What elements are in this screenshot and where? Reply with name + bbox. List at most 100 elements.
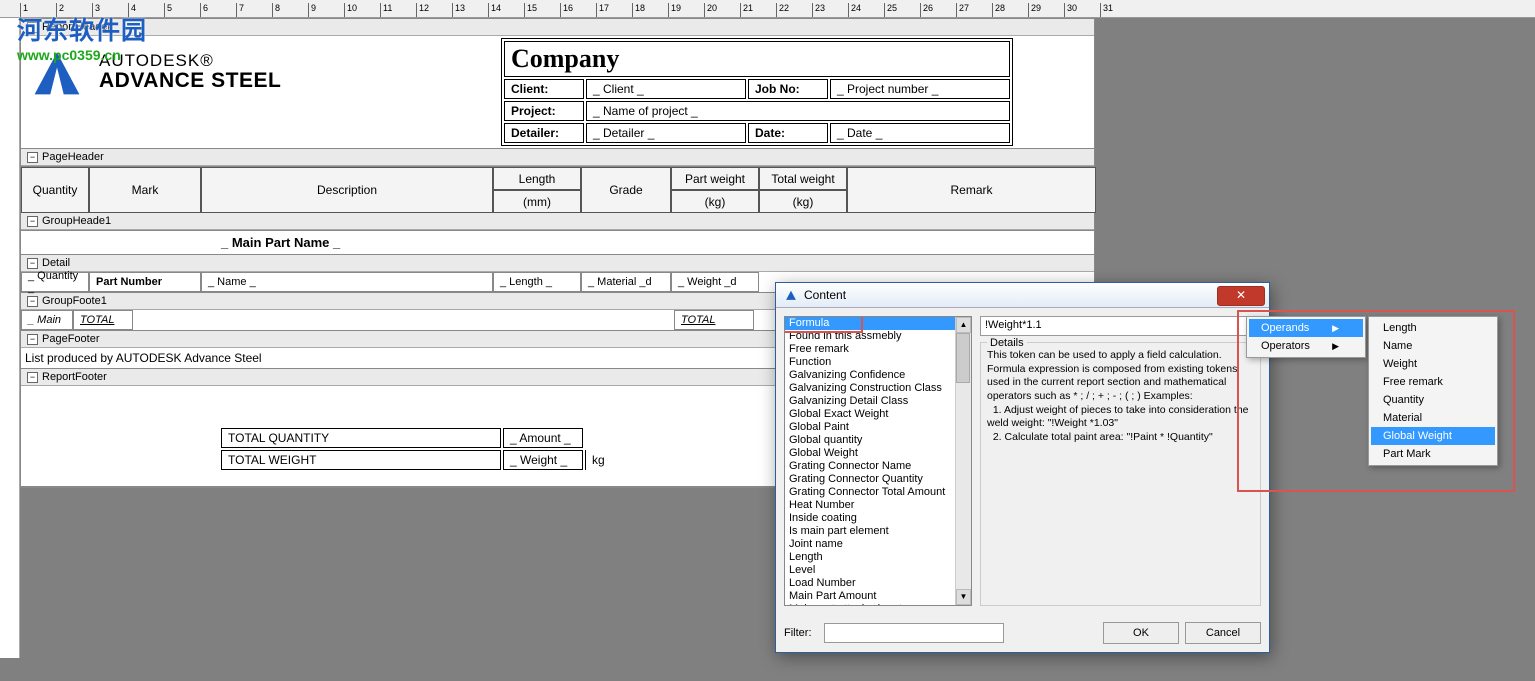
menu-item[interactable]: Weight xyxy=(1371,355,1495,373)
col-quantity[interactable]: Quantity xyxy=(21,167,89,213)
list-item[interactable]: Inside coating xyxy=(785,512,971,525)
gf-total2[interactable]: TOTAL xyxy=(674,310,754,330)
logo-text-1: AUTODESK® xyxy=(99,52,281,70)
token-listbox[interactable]: FormulaFound in this assmeblyFree remark… xyxy=(784,316,972,606)
list-item[interactable]: Galvanizing Confidence xyxy=(785,369,971,382)
col-description[interactable]: Description xyxy=(201,167,493,213)
project-label: Project: xyxy=(504,101,584,121)
section-bar-detail[interactable]: − Detail xyxy=(21,255,1094,272)
list-item[interactable]: Grating Connector Total Amount xyxy=(785,486,971,499)
col-grade[interactable]: Grade xyxy=(581,167,671,213)
autodesk-icon xyxy=(784,288,798,302)
project-value[interactable]: _ Name of project _ xyxy=(586,101,1010,121)
menu-item[interactable]: Part Mark xyxy=(1371,445,1495,463)
collapse-icon[interactable]: − xyxy=(27,372,38,383)
section-label: PageHeader xyxy=(42,151,104,163)
menu-item[interactable]: Quantity xyxy=(1371,391,1495,409)
menu-item[interactable]: Material xyxy=(1371,409,1495,427)
list-item[interactable]: Global Exact Weight xyxy=(785,408,971,421)
operands-submenu[interactable]: LengthNameWeightFree remarkQuantityMater… xyxy=(1368,316,1498,466)
list-item[interactable]: Global Weight xyxy=(785,447,971,460)
section-label: GroupHeade1 xyxy=(42,215,111,227)
total-qty-value[interactable]: _ Amount _ xyxy=(503,428,583,448)
group-header-text[interactable]: _ Main Part Name _ xyxy=(21,230,1094,254)
section-report-header[interactable]: − ReportHeader AUTODESK® ADVANCE STEEL C… xyxy=(21,19,1094,149)
operands-operators-menu[interactable]: Operands▶Operators▶ xyxy=(1246,316,1366,358)
list-item[interactable]: Global Paint xyxy=(785,421,971,434)
list-item[interactable]: Load Number xyxy=(785,577,971,590)
list-item[interactable]: Galvanizing Detail Class xyxy=(785,395,971,408)
scroll-thumb[interactable] xyxy=(956,333,970,383)
collapse-icon[interactable]: − xyxy=(27,258,38,269)
dialog-titlebar[interactable]: Content ✕ xyxy=(776,283,1269,308)
list-item[interactable]: Free remark xyxy=(785,343,971,356)
section-bar-report-header[interactable]: − ReportHeader xyxy=(21,19,1094,36)
menu-item[interactable]: Free remark xyxy=(1371,373,1495,391)
scroll-up-icon[interactable]: ▲ xyxy=(956,317,971,333)
scrollbar[interactable]: ▲ ▼ xyxy=(955,317,971,605)
menu-item[interactable]: Global Weight xyxy=(1371,427,1495,445)
detail-name[interactable]: _ Name _ xyxy=(201,272,493,292)
total-wt-value[interactable]: _ Weight _ xyxy=(503,450,583,470)
collapse-icon[interactable]: − xyxy=(27,152,38,163)
detail-weight[interactable]: _ Weight _d xyxy=(671,272,759,292)
filter-label: Filter: xyxy=(784,627,812,639)
scroll-down-icon[interactable]: ▼ xyxy=(956,589,971,605)
detail-partno[interactable]: Part Number xyxy=(89,272,201,292)
list-item[interactable]: Grating Connector Name xyxy=(785,460,971,473)
formula-input[interactable]: !Weight*1.1 xyxy=(980,316,1261,336)
section-bar-group-header[interactable]: − GroupHeade1 xyxy=(21,213,1094,230)
col-length[interactable]: Length xyxy=(493,167,581,190)
menu-item[interactable]: Length xyxy=(1371,319,1495,337)
list-item[interactable]: Main Part Amount xyxy=(785,590,971,603)
detailer-value[interactable]: _ Detailer _ xyxy=(586,123,746,143)
section-label: GroupFoote1 xyxy=(42,295,107,307)
close-button[interactable]: ✕ xyxy=(1217,286,1265,306)
collapse-icon[interactable]: − xyxy=(27,22,38,33)
list-item[interactable]: Galvanizing Construction Class xyxy=(785,382,971,395)
logo-block: AUTODESK® ADVANCE STEEL xyxy=(29,44,281,100)
detail-material[interactable]: _ Material _d xyxy=(581,272,671,292)
gf-main[interactable]: _ Main xyxy=(21,310,73,330)
date-value[interactable]: _ Date _ xyxy=(830,123,1010,143)
company-info-table[interactable]: Company Client: _ Client _ Job No: _ Pro… xyxy=(501,38,1013,146)
menu-item-operators[interactable]: Operators▶ xyxy=(1249,337,1363,355)
col-mark[interactable]: Mark xyxy=(89,167,201,213)
collapse-icon[interactable]: − xyxy=(27,334,38,345)
col-partw-unit[interactable]: (kg) xyxy=(671,190,759,213)
collapse-icon[interactable]: − xyxy=(27,216,38,227)
list-item[interactable]: Level xyxy=(785,564,971,577)
ok-button[interactable]: OK xyxy=(1103,622,1179,644)
jobno-value[interactable]: _ Project number _ xyxy=(830,79,1010,99)
client-value[interactable]: _ Client _ xyxy=(586,79,746,99)
content-dialog[interactable]: Content ✕ FormulaFound in this assmeblyF… xyxy=(775,282,1270,653)
list-item[interactable]: Heat Number xyxy=(785,499,971,512)
list-item[interactable]: Main part attached parts xyxy=(785,603,971,606)
list-item[interactable]: Formula xyxy=(785,317,971,330)
col-totalw-unit[interactable]: (kg) xyxy=(759,190,847,213)
cancel-button[interactable]: Cancel xyxy=(1185,622,1261,644)
list-item[interactable]: Length xyxy=(785,551,971,564)
totals-table[interactable]: TOTAL QUANTITY _ Amount _ TOTAL WEIGHT _… xyxy=(219,426,627,472)
detail-quantity[interactable]: _ Quantity _ xyxy=(21,272,89,292)
list-item[interactable]: Is main part element xyxy=(785,525,971,538)
list-item[interactable]: Grating Connector Quantity xyxy=(785,473,971,486)
gf-total[interactable]: TOTAL xyxy=(73,310,133,330)
list-item[interactable]: Function xyxy=(785,356,971,369)
menu-item-operands[interactable]: Operands▶ xyxy=(1249,319,1363,337)
list-item[interactable]: Global quantity xyxy=(785,434,971,447)
collapse-icon[interactable]: − xyxy=(27,296,38,307)
section-page-header[interactable]: − PageHeader Quantity Mark Description L… xyxy=(21,149,1094,213)
col-totalw[interactable]: Total weight xyxy=(759,167,847,190)
filter-input[interactable] xyxy=(824,623,1004,643)
list-item[interactable]: Found in this assmebly xyxy=(785,330,971,343)
section-bar-page-header[interactable]: − PageHeader xyxy=(21,149,1094,166)
detail-length[interactable]: _ Length _ xyxy=(493,272,581,292)
section-label: Detail xyxy=(42,257,70,269)
col-partw[interactable]: Part weight xyxy=(671,167,759,190)
list-item[interactable]: Joint name xyxy=(785,538,971,551)
col-remark[interactable]: Remark xyxy=(847,167,1096,213)
col-length-unit[interactable]: (mm) xyxy=(493,190,581,213)
section-group-header[interactable]: − GroupHeade1 _ Main Part Name _ xyxy=(21,213,1094,255)
menu-item[interactable]: Name xyxy=(1371,337,1495,355)
